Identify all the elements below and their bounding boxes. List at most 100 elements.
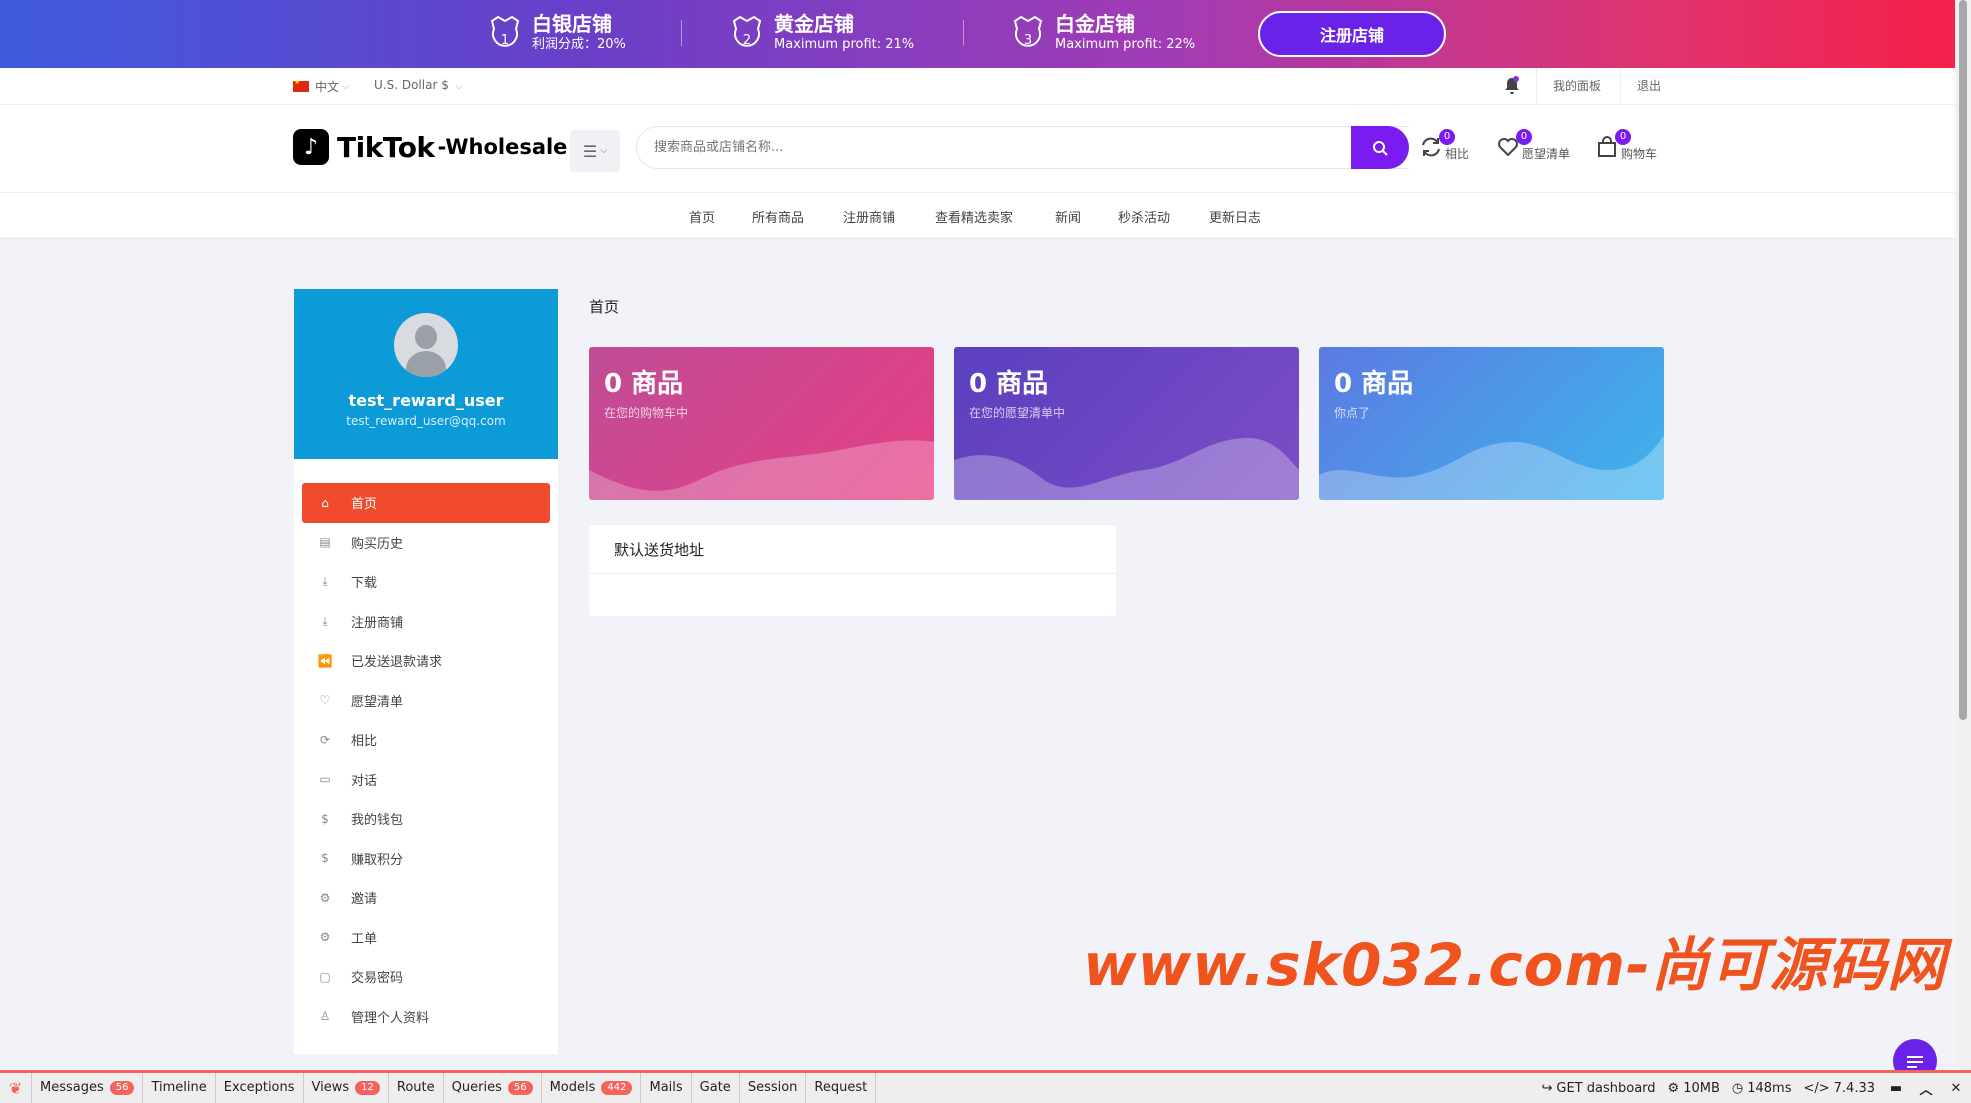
sidebar-item-label: 赚取积分 — [351, 852, 404, 868]
tier-silver: 1 白银店铺 利润分成：20% — [488, 8, 626, 58]
site-logo[interactable]: ♪ TikTok -Wholesale — [293, 129, 567, 165]
sidebar-item[interactable]: ▭ 对话 — [302, 760, 550, 800]
debug-tabs: Messages 56 Timeline Exceptions Views 12 Route… — [32, 1073, 877, 1103]
nav-all-products[interactable]: 所有商品 — [752, 207, 804, 226]
currency-selector[interactable]: U.S. Dollar $ ⌵ — [374, 78, 463, 92]
sidebar-item-label: 下载 — [351, 576, 378, 592]
medal-icon: 3 — [1013, 15, 1043, 48]
header: ♪ TikTok -Wholesale ☰⌵ 0 相比 0 愿望清单 0 购物车 — [0, 105, 1955, 193]
sidebar-item[interactable]: ⤓ 注册商铺 — [302, 602, 550, 642]
sidebar-item-label: 管理个人资料 — [351, 1010, 430, 1026]
debug-php-label: 7.4.33 — [1833, 1080, 1875, 1096]
sidebar-item-label: 愿望清单 — [351, 694, 404, 710]
folder-icon[interactable]: ▬ — [1881, 1073, 1911, 1103]
sidebar-item-label: 注册商铺 — [351, 615, 404, 631]
debug-tab[interactable]: Session — [740, 1073, 807, 1103]
search-button[interactable] — [1351, 126, 1409, 169]
debug-tab[interactable]: Request — [806, 1073, 877, 1103]
tier-profit: Maximum profit: 21% — [774, 37, 915, 52]
profile-username: test_reward_user — [348, 391, 504, 410]
card-subtitle: 在您的愿望清单中 — [969, 406, 1066, 420]
debug-tab[interactable]: Timeline — [143, 1073, 216, 1103]
logout-link[interactable]: 退出 — [1620, 68, 1661, 104]
sidebar-item-label: 我的钱包 — [351, 813, 404, 829]
close-icon[interactable]: ✕ — [1941, 1073, 1971, 1103]
dollar-icon: $ — [321, 851, 329, 866]
sidebar-item[interactable]: ⟳ 相比 — [302, 720, 550, 760]
sidebar-item[interactable]: $ 我的钱包 — [302, 799, 550, 839]
page-scrollbar[interactable] — [1955, 0, 1971, 1073]
divider — [963, 20, 964, 46]
default-address-panel: 默认送货地址 — [589, 525, 1116, 616]
nav-register-shop[interactable]: 注册商铺 — [843, 207, 895, 226]
sidebar-menu: ⌂ 首页 ▤ 购买历史 ⤓ 下载 ⤓ 注册商铺 ⏪ 已发送退款请求 ♡ 愿望清单 ⟳ 相比 ▭ 对话 $ 我的钱包… — [294, 459, 558, 1054]
nav-featured-sellers[interactable]: 查看精选卖家 — [935, 207, 1013, 226]
debug-tab-label: Queries — [451, 1080, 502, 1095]
debug-tab[interactable]: Exceptions — [216, 1073, 304, 1103]
debug-tab[interactable]: Models 442 — [542, 1073, 642, 1103]
cart-link[interactable]: 0 购物车 — [1595, 129, 1657, 161]
clock-icon: ◷ — [1731, 1080, 1744, 1096]
logo-brand: TikTok — [337, 130, 435, 164]
debug-tab[interactable]: Messages 56 — [32, 1073, 144, 1103]
user-icon: ♙ — [319, 1009, 331, 1024]
debug-tab-label: Timeline — [151, 1080, 207, 1095]
sidebar-item-label: 购买历史 — [351, 536, 404, 552]
sidebar-item[interactable]: ⏪ 已发送退款请求 — [302, 641, 550, 681]
debug-tab[interactable]: Route — [389, 1073, 444, 1103]
gear-icon: ⚙ — [319, 930, 331, 945]
compare-link[interactable]: 0 相比 — [1419, 129, 1469, 161]
search-input[interactable] — [636, 126, 1409, 169]
scrollbar-thumb[interactable] — [1959, 0, 1967, 720]
download-icon: ⤓ — [322, 613, 328, 628]
sidebar-item-label: 邀请 — [351, 892, 378, 908]
nav-news[interactable]: 新闻 — [1055, 207, 1081, 226]
sidebar-item[interactable]: ♙ 管理个人资料 — [302, 997, 550, 1037]
profile-card: test_reward_user test_reward_user@qq.com — [294, 289, 558, 459]
svg-text:3: 3 — [1024, 33, 1032, 48]
chevron-up-icon[interactable]: ︿ — [1911, 1073, 1941, 1103]
debug-tab[interactable]: Mails — [641, 1073, 692, 1103]
debug-tab[interactable]: Gate — [692, 1073, 740, 1103]
nav-flash-sale[interactable]: 秒杀活动 — [1118, 207, 1170, 226]
logo-suffix: -Wholesale — [437, 135, 568, 159]
language-selector[interactable]: 中文 ⌵ — [293, 78, 349, 95]
sidebar-item[interactable]: ⚙ 工单 — [302, 918, 550, 958]
notification-bell-icon[interactable] — [1502, 74, 1522, 96]
divider — [681, 20, 682, 46]
hamburger-icon: ☰ — [582, 141, 598, 161]
card-title: 0 商品 — [604, 369, 684, 399]
card-subtitle: 你点了 — [1334, 406, 1371, 420]
sidebar-item[interactable]: ⤓ 下载 — [302, 562, 550, 602]
category-menu-button[interactable]: ☰ ⌵ — [570, 130, 620, 172]
sidebar-item[interactable]: ♡ 愿望清单 — [302, 681, 550, 721]
wishlist-count-badge: 0 — [1516, 129, 1532, 145]
folder-icon: ▢ — [319, 969, 331, 984]
notification-dot — [1513, 76, 1519, 82]
sidebar-item-label: 对话 — [351, 773, 378, 789]
sidebar-item[interactable]: $ 赚取积分 — [302, 839, 550, 879]
main-nav: 首页 所有商品 注册商铺 查看精选卖家 新闻 秒杀活动 更新日志 — [0, 193, 1955, 239]
svg-text:1: 1 — [501, 33, 509, 48]
laravel-logo-icon[interactable]: ❦ — [0, 1073, 32, 1103]
debug-tab[interactable]: Queries 56 — [444, 1073, 542, 1103]
cart-stat-card: 0 商品 在您的购物车中 — [589, 347, 934, 500]
nav-changelog[interactable]: 更新日志 — [1209, 207, 1261, 226]
debug-tab[interactable]: Views 12 — [304, 1073, 389, 1103]
debug-request[interactable]: ↪ GET dashboard — [1535, 1081, 1661, 1096]
wishlist-link[interactable]: 0 愿望清单 — [1496, 129, 1570, 161]
promo-banner: 1 白银店铺 利润分成：20% 2 黄金店铺 Maximum profit: 2… — [0, 0, 1955, 68]
register-shop-button[interactable]: 注册店铺 — [1258, 11, 1446, 57]
debug-tab-label: Exceptions — [223, 1080, 295, 1095]
currency-label: U.S. Dollar $ — [374, 78, 449, 92]
sidebar-item[interactable]: ⌂ 首页 — [302, 483, 550, 523]
menu-lines-icon — [1907, 1056, 1923, 1068]
wishlist-stat-card: 0 商品 在您的愿望清单中 — [954, 347, 1299, 500]
nav-home[interactable]: 首页 — [689, 207, 715, 226]
debug-tab-label: Views — [311, 1080, 350, 1095]
sidebar-item[interactable]: ⚙ 邀请 — [302, 878, 550, 918]
sidebar-item[interactable]: ▢ 交易密码 — [302, 957, 550, 997]
sidebar-item[interactable]: ▤ 购买历史 — [302, 523, 550, 563]
debug-time: ◷ 148ms — [1726, 1081, 1798, 1096]
debug-bar: ❦ Messages 56 Timeline Exceptions Views 12 Rou… — [0, 1070, 1971, 1103]
